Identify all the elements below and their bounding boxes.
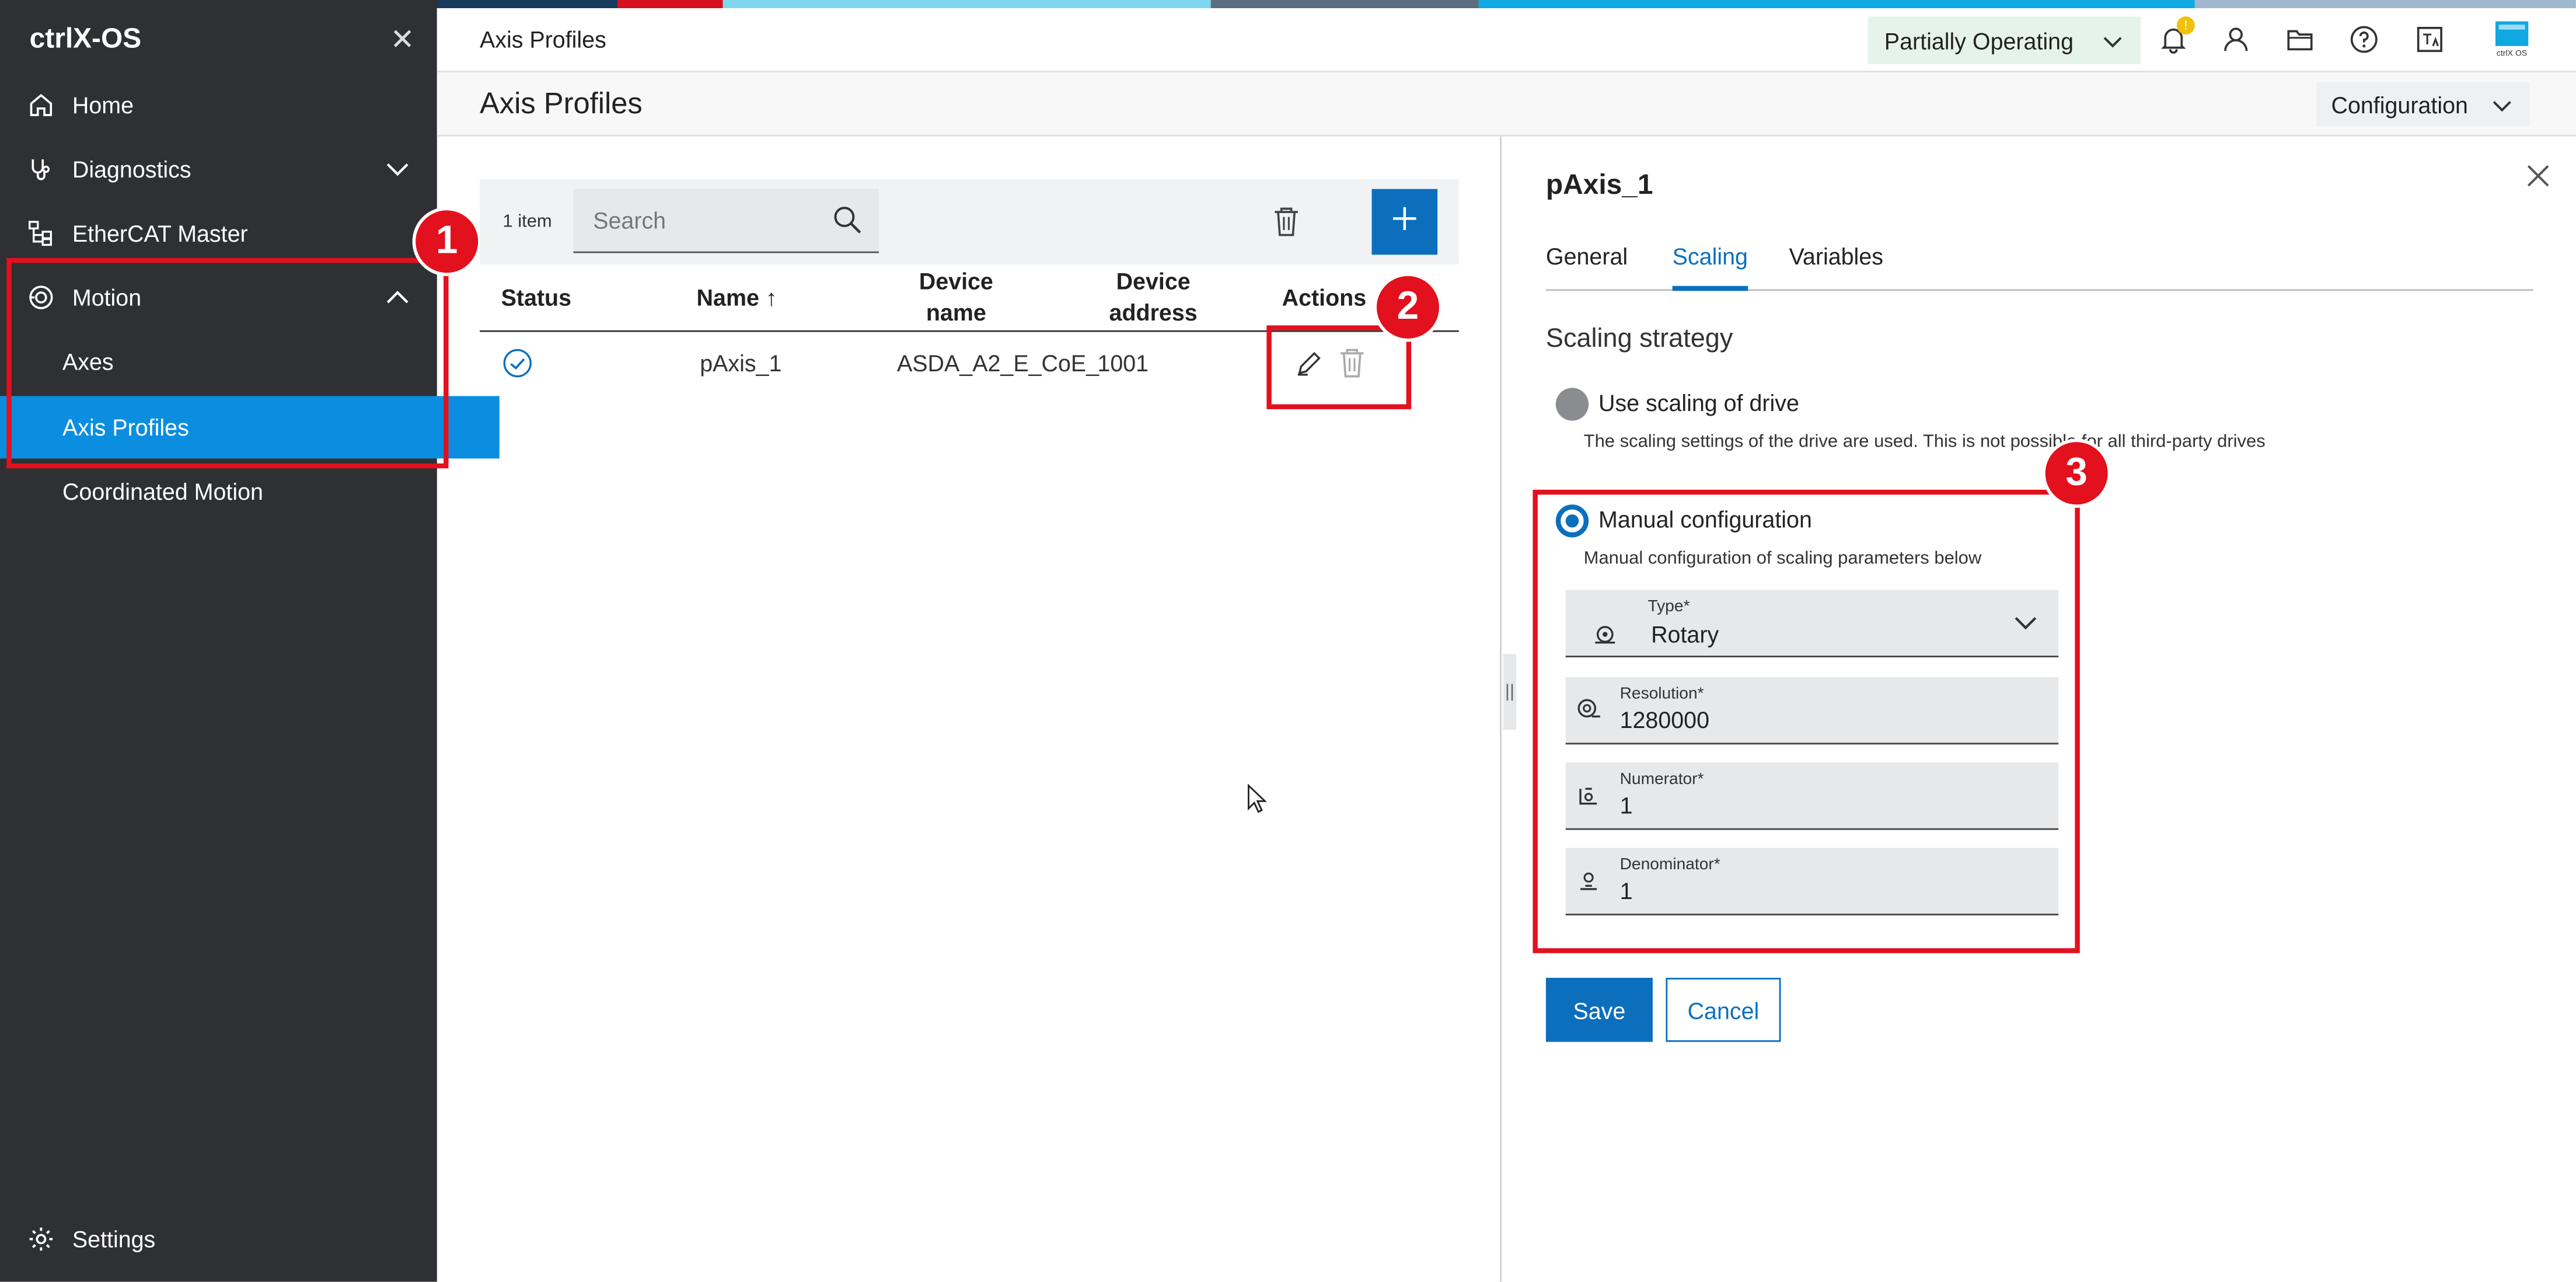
option-desc-drive: The scaling settings of the drive are us…: [1583, 432, 2266, 452]
close-sidebar-icon[interactable]: ✕: [388, 25, 417, 54]
brand-stripe: [617, 0, 723, 9]
tab-general[interactable]: General: [1546, 243, 1628, 270]
help-icon[interactable]: [2346, 22, 2382, 58]
close-icon[interactable]: [2523, 161, 2553, 191]
plus-icon: [1390, 203, 1419, 241]
status-dropdown[interactable]: Partially Operating: [1868, 16, 2141, 64]
notification-badge: !: [2176, 16, 2195, 35]
tab-variables[interactable]: Variables: [1789, 243, 1883, 270]
column-header-status[interactable]: Status: [501, 283, 574, 313]
configuration-dropdown[interactable]: Configuration: [2316, 82, 2530, 127]
network-icon: [26, 218, 56, 248]
item-count: 1 item: [502, 212, 552, 232]
bell-icon[interactable]: !: [2155, 16, 2195, 58]
ctrlx-os-logo[interactable]: ctrlX OS: [2491, 18, 2533, 61]
column-header-name[interactable]: Name ↑: [697, 283, 795, 313]
row-device-address: 1001: [1097, 350, 1149, 377]
sidebar-item-home[interactable]: Home: [0, 72, 437, 137]
row-name: pAxis_1: [700, 350, 782, 377]
delete-selected-icon[interactable]: [1272, 205, 1301, 246]
chevron-down-icon: [2491, 93, 2514, 116]
app-window: ctrlX-OS ✕ Home Diagnostics EtherCAT Mas…: [0, 0, 2576, 1282]
radio-use-scaling-of-drive[interactable]: [1555, 388, 1589, 421]
chevron-down-icon: [385, 155, 411, 182]
sidebar: ctrlX-OS ✕ Home Diagnostics EtherCAT Mas…: [0, 0, 500, 1282]
brand-stripe: [1210, 0, 1479, 9]
app-title: ctrlX-OS: [29, 23, 142, 54]
cancel-button[interactable]: Cancel: [1666, 977, 1781, 1042]
save-button[interactable]: Save: [1545, 977, 1653, 1042]
list-toolbar: 1 item Search: [479, 179, 1459, 265]
page-titlebar: Axis Profiles Configuration: [437, 72, 2576, 137]
language-icon[interactable]: [2411, 22, 2448, 58]
header-bar: Axis Profiles Partially Operating ! ctrl…: [437, 8, 2576, 72]
annotation-box-1: [6, 257, 449, 469]
annotation-badge-1: 1: [412, 207, 481, 276]
chevron-down-icon: [2101, 29, 2124, 51]
search-input[interactable]: Search: [573, 189, 879, 253]
folder-icon[interactable]: [2282, 22, 2318, 58]
sidebar-item-ethercat-master[interactable]: EtherCAT Master: [0, 200, 437, 264]
column-header-device-name[interactable]: Device name: [909, 266, 1004, 329]
sidebar-item-label: Settings: [72, 1225, 156, 1252]
option-label-drive: Use scaling of drive: [1598, 389, 1799, 416]
sidebar-item-label: EtherCAT Master: [72, 219, 248, 246]
row-device-name: ASDA_A2_E_CoE_: [896, 350, 1099, 377]
configuration-label: Configuration: [2331, 91, 2468, 118]
brand-stripe: [722, 0, 1211, 9]
sidebar-item-label: Coordinated Motion: [62, 477, 263, 504]
active-tab-indicator: [1672, 285, 1748, 291]
stethoscope-icon: [26, 154, 56, 183]
sidebar-item-label: Diagnostics: [72, 155, 191, 182]
breadcrumb[interactable]: Axis Profiles: [480, 26, 606, 53]
search-icon[interactable]: [833, 205, 863, 243]
brand-stripe: [2194, 0, 2576, 9]
add-button[interactable]: [1371, 189, 1438, 255]
annotation-box-2: [1266, 325, 1412, 409]
status-ok-icon: [502, 349, 532, 386]
splitter-handle[interactable]: ||: [1503, 654, 1517, 730]
search-placeholder: Search: [593, 207, 666, 234]
sidebar-item-label: Home: [72, 91, 134, 118]
home-icon: [26, 89, 56, 119]
tab-scaling[interactable]: Scaling: [1673, 243, 1748, 270]
user-icon[interactable]: [2218, 22, 2254, 58]
gear-icon: [26, 1224, 56, 1253]
status-label: Partially Operating: [1884, 27, 2074, 54]
annotation-badge-3: 3: [2042, 438, 2111, 508]
panel-splitter: [1500, 136, 1502, 1282]
annotation-badge-2: 2: [1373, 273, 1443, 342]
column-header-actions: Actions: [1282, 284, 1367, 311]
logo-text: ctrlX OS: [2496, 49, 2528, 60]
annotation-box-3: [1533, 489, 2080, 953]
mouse-cursor-icon: [1247, 783, 1270, 825]
page-title: Axis Profiles: [479, 87, 643, 120]
brand-stripe: [1478, 0, 2195, 9]
column-header-device-address[interactable]: Device address: [1104, 266, 1203, 329]
sidebar-item-diagnostics[interactable]: Diagnostics: [0, 137, 437, 201]
section-title: Scaling strategy: [1545, 325, 1733, 354]
detail-title: pAxis_1: [1545, 169, 1653, 201]
sidebar-item-settings[interactable]: Settings: [0, 1206, 437, 1270]
